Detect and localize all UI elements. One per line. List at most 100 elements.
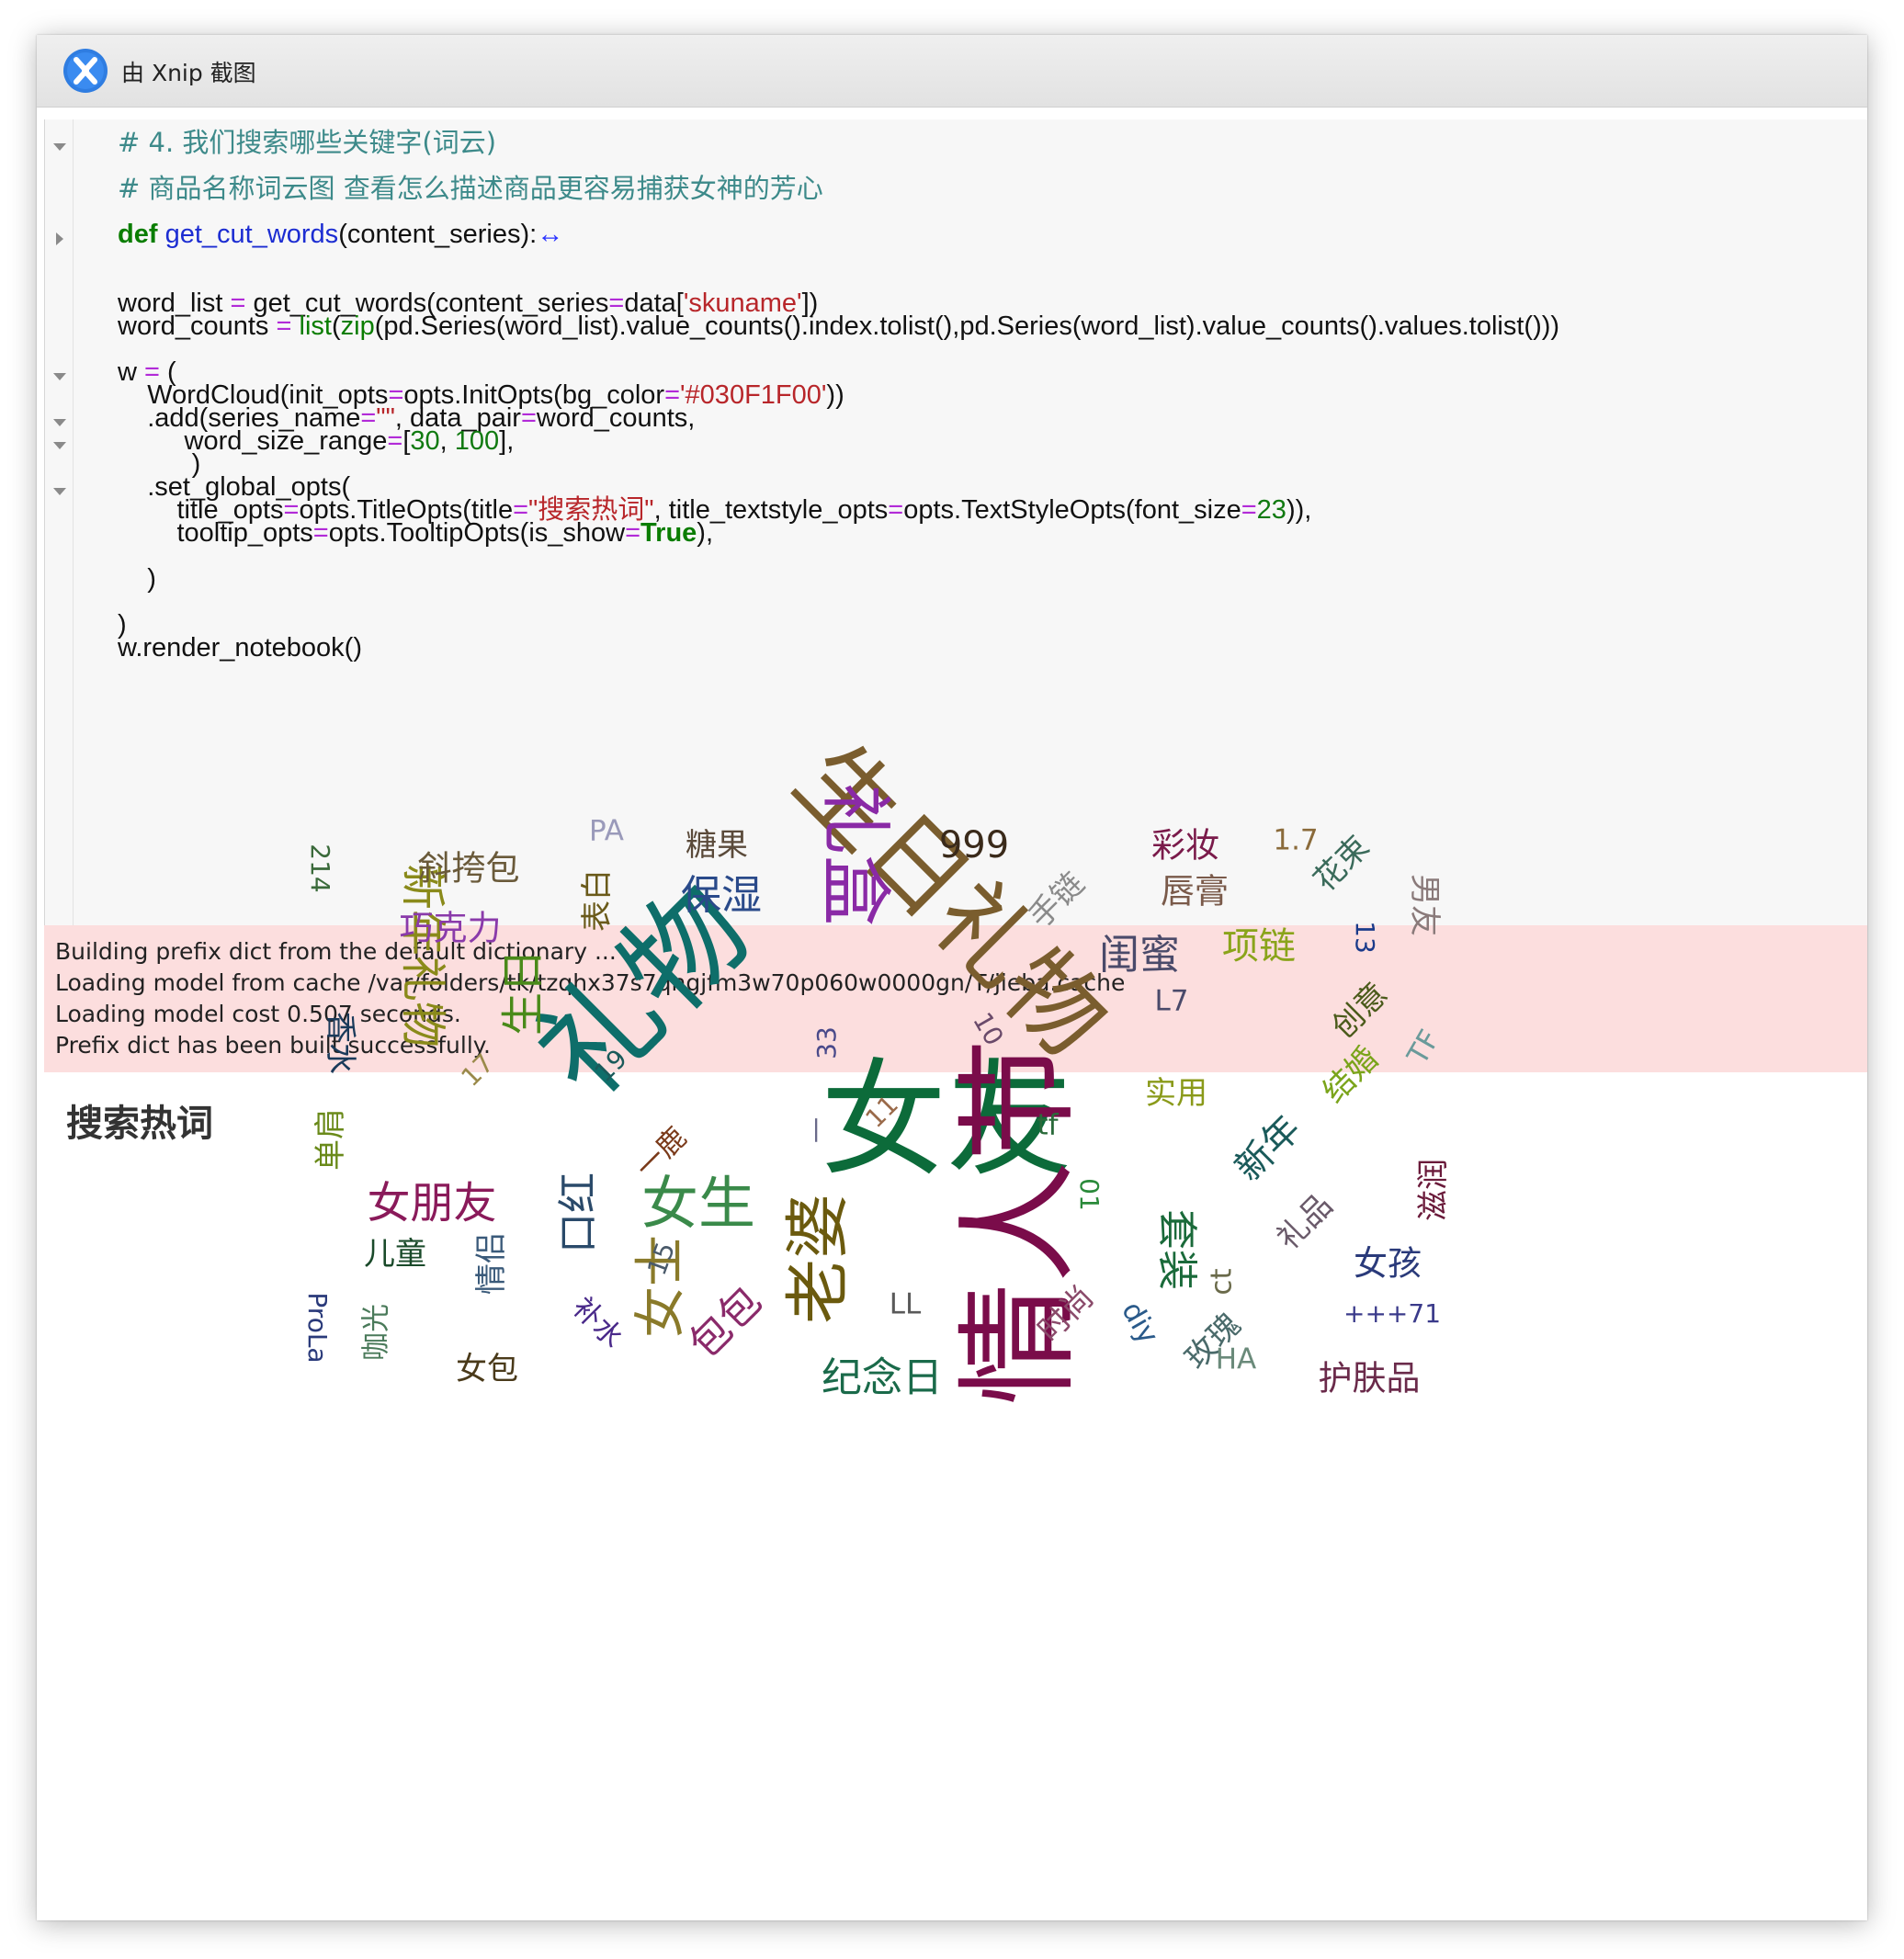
word-cloud-term[interactable]: PA (589, 817, 624, 846)
word-cloud-term[interactable]: 套装 (1153, 1209, 1200, 1290)
fold-toggle-icon[interactable] (51, 482, 69, 501)
code-text: opts.TextStyleOpts(font_size (903, 495, 1241, 525)
word-cloud-term[interactable]: 唇膏 (1161, 875, 1229, 909)
code-text: )), (1286, 495, 1312, 525)
word-cloud-term[interactable]: 单肩 (312, 1108, 349, 1171)
word-cloud-term[interactable]: 礼盒 (813, 783, 896, 926)
function-name: get_cut_words (164, 220, 339, 249)
operator: = (312, 518, 329, 548)
string: '#030F1F00' (680, 380, 827, 410)
word-cloud-term[interactable]: 新年 (1227, 1107, 1309, 1189)
word-cloud-term[interactable]: 01 (1074, 1178, 1105, 1211)
code-text: (content_series): (338, 220, 538, 249)
code-cell[interactable]: # 4. 我们搜索哪些关键字(词云) # 商品名称词云图 查看怎么描述商品更容易… (44, 119, 1867, 925)
fold-toggle-icon[interactable] (51, 138, 69, 156)
word-cloud-term[interactable]: 老婆 (780, 1194, 856, 1324)
builtin: zip (340, 311, 375, 341)
word-cloud-term[interactable]: 999 (939, 827, 1009, 864)
number: 23 (1256, 495, 1286, 525)
word-cloud-term[interactable]: ct (1206, 1268, 1239, 1295)
code-line: w.render_notebook() (118, 633, 362, 662)
fold-toggle-icon[interactable] (51, 436, 69, 455)
code-text: ], (499, 426, 515, 456)
word-cloud-term[interactable]: 包包 (681, 1278, 771, 1368)
number: 30 (410, 426, 440, 456)
word-cloud-term[interactable]: 实用 (1145, 1078, 1207, 1109)
operator: = (276, 311, 292, 341)
operator: = (520, 403, 537, 433)
word-cloud-term[interactable]: 一 (802, 1117, 833, 1143)
code-comment: # 4. 我们搜索哪些关键字(词云) (118, 127, 497, 158)
code-line: ) (118, 564, 156, 594)
word-cloud-term[interactable]: 33 (811, 1026, 842, 1059)
code-line: tooltip_opts=opts.TooltipOpts(is_show=Tr… (118, 517, 713, 549)
number: 100 (454, 426, 500, 456)
word-cloud-term[interactable]: 项链 (1222, 928, 1296, 965)
word-cloud-term[interactable]: 糖果 (686, 830, 748, 861)
word-cloud-term[interactable]: HA (1216, 1345, 1257, 1375)
word-cloud-term[interactable]: 情人节 (949, 1039, 1091, 1406)
word-cloud-term[interactable]: +++71 (1343, 1301, 1441, 1327)
word-cloud-term[interactable]: LL (890, 1290, 922, 1319)
fold-toggle-icon[interactable] (51, 413, 69, 432)
word-cloud-term[interactable]: 表白 (579, 869, 616, 932)
word-cloud-term[interactable]: 补水 (566, 1291, 629, 1354)
word-cloud[interactable]: 女友 情人节 礼物 生日礼物 礼盒 老婆 女生 女士 新年礼物 女朋友 生日 口红 包包 闺蜜 保湿 纪念日套… (37, 722, 1867, 1909)
code-text: ( (331, 311, 341, 341)
code-text: word_counts (118, 311, 277, 341)
word-cloud-term[interactable]: 生日 (499, 949, 550, 1036)
word-cloud-term[interactable]: 儿童 (364, 1239, 426, 1270)
operator: = (888, 495, 904, 525)
code-text: ), (697, 518, 714, 548)
code-comment: # 商品名称词云图 查看怎么描述商品更容易捕获女神的芳心 (118, 173, 823, 204)
code-line-def: def get_cut_words(content_series):↔ (118, 219, 563, 250)
word-cloud-term[interactable]: 斜挎包 (418, 852, 520, 886)
code-text: (pd.Series(word_list).value_counts().ind… (374, 311, 1560, 341)
xnip-app-icon (63, 49, 108, 93)
code-text: , (439, 426, 455, 456)
word-cloud-term[interactable]: ProLa (302, 1292, 333, 1363)
operator: = (1241, 495, 1257, 525)
code-line: word_counts = list(zip(pd.Series(word_li… (118, 311, 1559, 342)
word-cloud-term[interactable]: L7 (1155, 987, 1189, 1016)
xnip-screenshot-window: 由 Xnip 截图 # 4. 我们搜索哪些关键字(词云) # 商品名称词云图 查… (37, 35, 1867, 1920)
collapsed-body-marker[interactable]: ↔ (537, 220, 563, 249)
word-cloud-term[interactable]: 纪念日 (822, 1358, 943, 1398)
word-cloud-term[interactable]: 情侣 (473, 1232, 510, 1295)
fold-toggle-icon[interactable] (51, 368, 69, 386)
word-cloud-term[interactable]: 闺蜜 (1099, 935, 1180, 976)
expand-toggle-icon[interactable] (51, 230, 69, 248)
word-cloud-term[interactable]: 巧克力 (400, 912, 502, 946)
operator: = (625, 518, 641, 548)
code-text: opts.TooltipOpts(is_show (328, 518, 626, 548)
code-text: )) (826, 380, 844, 410)
code-text: tooltip_opts (118, 518, 313, 548)
code-text: word_counts, (536, 403, 696, 433)
word-cloud-term[interactable]: 女孩 (1354, 1247, 1422, 1281)
word-cloud-term[interactable]: 女包 (456, 1353, 518, 1385)
window-title: 由 Xnip 截图 (121, 60, 256, 86)
word-cloud-term[interactable]: 新年礼物 (396, 864, 449, 1047)
word-cloud-term[interactable]: 保湿 (681, 876, 762, 916)
word-cloud-term[interactable]: 13 (1350, 921, 1380, 954)
word-cloud-term[interactable]: tf (1037, 1111, 1058, 1140)
boolean: True (640, 518, 697, 548)
gutter-divider (73, 119, 74, 925)
word-cloud-term[interactable]: 滋润 (1415, 1159, 1452, 1221)
word-cloud-term[interactable]: 女生 (641, 1175, 755, 1232)
word-cloud-term[interactable]: 彩妆 (1151, 829, 1219, 863)
word-cloud-term[interactable]: 男友 (1406, 874, 1443, 936)
word-cloud-term[interactable]: 礼品 (1270, 1187, 1340, 1257)
keyword: def (118, 220, 158, 249)
word-cloud-term[interactable]: 214 (305, 844, 335, 892)
word-cloud-term[interactable]: 护肤品 (1319, 1362, 1421, 1396)
word-cloud-term[interactable]: diy (1115, 1297, 1164, 1350)
word-cloud-term[interactable]: 1.7 (1273, 826, 1318, 855)
word-cloud-term[interactable]: 香水 (322, 1012, 358, 1074)
word-cloud-term[interactable]: 口红 (555, 1172, 602, 1253)
operator: = (387, 426, 403, 456)
word-cloud-term[interactable]: 咖光 (360, 1304, 393, 1361)
builtin: list (299, 311, 332, 341)
word-cloud-term[interactable]: 女朋友 (368, 1183, 497, 1226)
